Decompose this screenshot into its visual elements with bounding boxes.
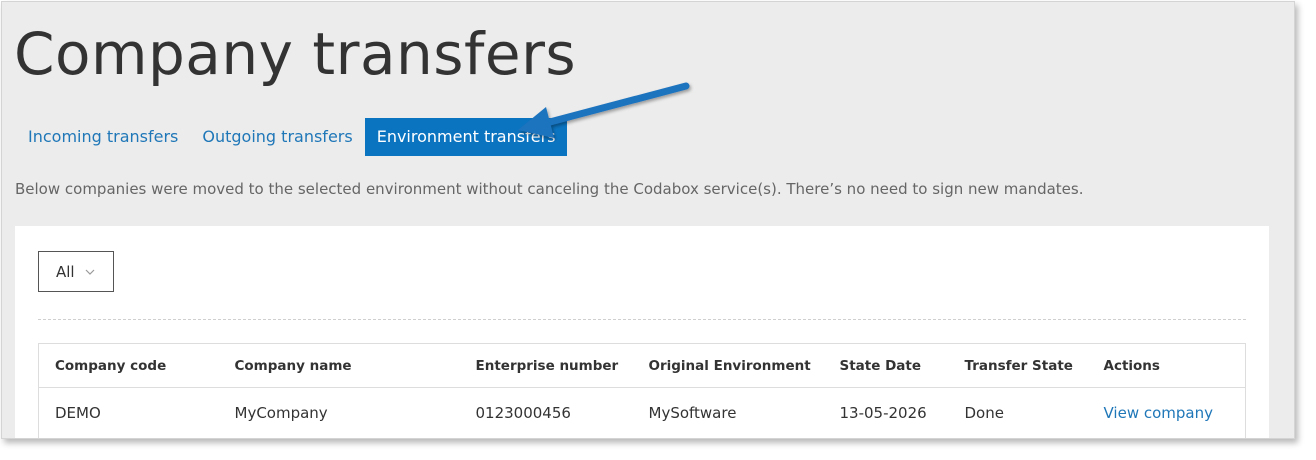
- column-header-company-name: Company name: [218, 343, 460, 388]
- column-header-original-environment: Original Environment: [632, 343, 824, 388]
- filter-select-value: All: [56, 262, 75, 281]
- cell-original-environment: MySoftware: [648, 404, 737, 422]
- column-header-transfer-state: Transfer State: [948, 343, 1088, 388]
- callout-arrow-icon: [518, 82, 690, 138]
- cell-actions: View company: [1088, 388, 1246, 439]
- tab-outgoing-transfers[interactable]: Outgoing transfers: [190, 118, 364, 156]
- filter-select[interactable]: All: [38, 251, 114, 292]
- column-header-enterprise-number: Enterprise number: [459, 343, 633, 388]
- app-window: Company transfers Incoming transfers Out…: [1, 1, 1295, 439]
- column-header-actions: Actions: [1087, 343, 1246, 388]
- cell-company-code: DEMO: [55, 404, 101, 422]
- cell-transfer-state: Done: [964, 404, 1004, 422]
- cell-company-name: MyCompany: [234, 404, 328, 422]
- table-header-row: Company code Company name Enterprise num…: [38, 343, 1246, 388]
- chevron-down-icon: [85, 269, 95, 275]
- transfer-tabs: Incoming transfers Outgoing transfers En…: [16, 118, 568, 156]
- description-text: Below companies were moved to the select…: [15, 180, 1084, 198]
- cell-state-date: 13-05-2026: [839, 404, 927, 422]
- divider: [38, 319, 1246, 320]
- tab-incoming-transfers[interactable]: Incoming transfers: [16, 118, 190, 156]
- column-header-company-code: Company code: [38, 343, 219, 388]
- table-row: DEMO MyCompany 0123000456 MySoftware 13-…: [39, 388, 1246, 439]
- transfers-table: Company code Company name Enterprise num…: [38, 343, 1246, 439]
- transfers-panel: All Company code Company name Enterprise…: [15, 226, 1269, 439]
- page-title: Company transfers: [14, 20, 577, 88]
- view-company-link[interactable]: View company: [1104, 404, 1214, 422]
- column-header-state-date: State Date: [823, 343, 949, 388]
- cell-enterprise-number: 0123000456: [475, 404, 571, 422]
